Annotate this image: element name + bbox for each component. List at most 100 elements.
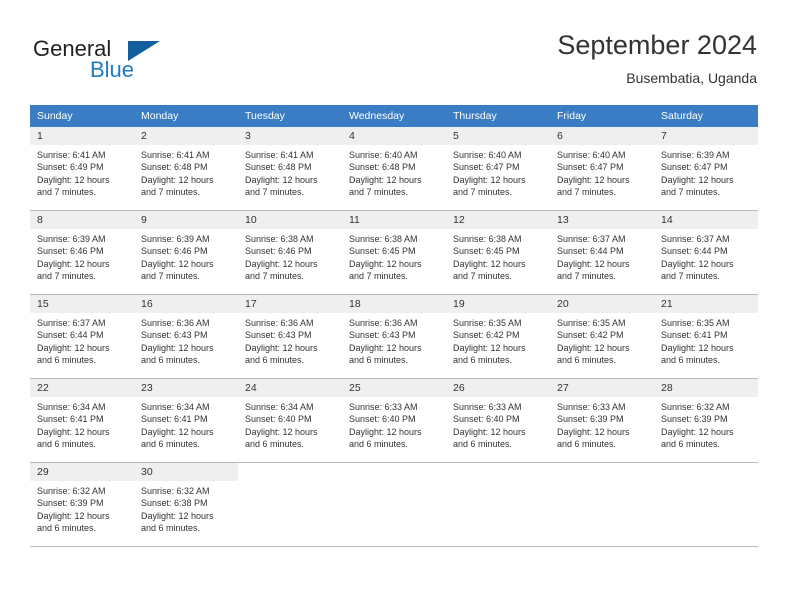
daylight-text-line2: and 6 minutes. (557, 439, 617, 450)
day-info: Sunrise: 6:35 AM Sunset: 6:42 PM Daylight:… (550, 313, 654, 367)
daylight-text-line2: and 7 minutes. (141, 187, 201, 198)
sunrise-text: Sunrise: 6:35 AM (453, 318, 522, 328)
calendar-day-cell[interactable]: 27 Sunrise: 6:33 AM Sunset: 6:39 PM Dayligh… (550, 378, 654, 463)
calendar-day-cell[interactable]: 28 Sunrise: 6:32 AM Sunset: 6:39 PM Dayligh… (654, 378, 758, 463)
calendar-day-cell[interactable]: 26 Sunrise: 6:33 AM Sunset: 6:40 PM Dayligh… (446, 378, 550, 463)
sunset-text: Sunset: 6:44 PM (37, 330, 104, 341)
sunset-text: Sunset: 6:40 PM (245, 414, 312, 425)
sunset-text: Sunset: 6:40 PM (349, 414, 416, 425)
day-info: Sunrise: 6:39 AM Sunset: 6:47 PM Daylight:… (654, 145, 758, 199)
sunset-text: Sunset: 6:47 PM (453, 162, 520, 173)
sunset-text: Sunset: 6:46 PM (37, 246, 104, 257)
calendar-day-cell[interactable]: 11 Sunrise: 6:38 AM Sunset: 6:45 PM Dayligh… (342, 210, 446, 295)
page-subtitle: Busembatia, Uganda (626, 70, 757, 86)
sunrise-text: Sunrise: 6:35 AM (661, 318, 730, 328)
sunrise-text: Sunrise: 6:35 AM (557, 318, 626, 328)
sunrise-text: Sunrise: 6:33 AM (453, 402, 522, 412)
calendar-body: 1 Sunrise: 6:41 AM Sunset: 6:49 PM Daylight… (30, 127, 758, 547)
calendar-day-cell[interactable]: 13 Sunrise: 6:37 AM Sunset: 6:44 PM Dayligh… (550, 210, 654, 295)
sunset-text: Sunset: 6:45 PM (453, 246, 520, 257)
calendar-day-cell[interactable]: 8 Sunrise: 6:39 AM Sunset: 6:46 PM Daylight… (30, 210, 134, 295)
weekday-header-saturday: Saturday (654, 105, 758, 127)
brand-logo[interactable]: General Blue (33, 36, 253, 86)
day-number: 7 (654, 127, 758, 145)
sunrise-text: Sunrise: 6:41 AM (37, 150, 106, 160)
calendar-day-cell[interactable]: 29 Sunrise: 6:32 AM Sunset: 6:39 PM Dayligh… (30, 462, 134, 547)
calendar-day-cell[interactable]: 21 Sunrise: 6:35 AM Sunset: 6:41 PM Dayligh… (654, 294, 758, 379)
daylight-text-line1: Daylight: 12 hours (557, 342, 630, 353)
sunset-text: Sunset: 6:49 PM (37, 162, 104, 173)
sunrise-text: Sunrise: 6:33 AM (349, 402, 418, 412)
day-info: Sunrise: 6:32 AM Sunset: 6:39 PM Daylight:… (30, 481, 134, 535)
day-number: 30 (134, 463, 238, 481)
day-number: 12 (446, 211, 550, 229)
day-info: Sunrise: 6:38 AM Sunset: 6:46 PM Daylight:… (238, 229, 342, 283)
calendar-day-cell[interactable]: 22 Sunrise: 6:34 AM Sunset: 6:41 PM Dayligh… (30, 378, 134, 463)
calendar-day-cell[interactable]: 17 Sunrise: 6:36 AM Sunset: 6:43 PM Dayligh… (238, 294, 342, 379)
daylight-text-line2: and 6 minutes. (557, 355, 617, 366)
daylight-text-line2: and 6 minutes. (349, 355, 409, 366)
day-number: 25 (342, 379, 446, 397)
daylight-text-line2: and 6 minutes. (245, 439, 305, 450)
day-number: 29 (30, 463, 134, 481)
calendar-day-cell[interactable]: 2 Sunrise: 6:41 AM Sunset: 6:48 PM Daylight… (134, 127, 238, 211)
sunset-text: Sunset: 6:43 PM (245, 330, 312, 341)
daylight-text-line2: and 6 minutes. (37, 523, 97, 534)
daylight-text-line2: and 7 minutes. (661, 271, 721, 282)
day-info: Sunrise: 6:36 AM Sunset: 6:43 PM Daylight:… (342, 313, 446, 367)
day-info: Sunrise: 6:34 AM Sunset: 6:41 PM Daylight:… (134, 397, 238, 451)
calendar-day-cell[interactable]: 7 Sunrise: 6:39 AM Sunset: 6:47 PM Daylight… (654, 127, 758, 211)
sunset-text: Sunset: 6:42 PM (453, 330, 520, 341)
sunset-text: Sunset: 6:44 PM (661, 246, 728, 257)
calendar-day-cell[interactable]: 12 Sunrise: 6:38 AM Sunset: 6:45 PM Dayligh… (446, 210, 550, 295)
sunset-text: Sunset: 6:44 PM (557, 246, 624, 257)
weekday-header-thursday: Thursday (446, 105, 550, 127)
calendar-day-cell[interactable]: 10 Sunrise: 6:38 AM Sunset: 6:46 PM Dayligh… (238, 210, 342, 295)
calendar-day-cell[interactable]: 4 Sunrise: 6:40 AM Sunset: 6:48 PM Daylight… (342, 127, 446, 211)
sunrise-text: Sunrise: 6:33 AM (557, 402, 626, 412)
calendar-week-row: 22 Sunrise: 6:34 AM Sunset: 6:41 PM Dayligh… (30, 378, 758, 463)
calendar-day-cell[interactable]: 19 Sunrise: 6:35 AM Sunset: 6:42 PM Dayligh… (446, 294, 550, 379)
sunrise-text: Sunrise: 6:34 AM (37, 402, 106, 412)
calendar-day-cell[interactable]: 5 Sunrise: 6:40 AM Sunset: 6:47 PM Daylight… (446, 127, 550, 211)
calendar-day-cell[interactable]: 24 Sunrise: 6:34 AM Sunset: 6:40 PM Dayligh… (238, 378, 342, 463)
calendar-day-cell[interactable]: 20 Sunrise: 6:35 AM Sunset: 6:42 PM Dayligh… (550, 294, 654, 379)
daylight-text-line2: and 7 minutes. (141, 271, 201, 282)
calendar-day-cell[interactable]: 1 Sunrise: 6:41 AM Sunset: 6:49 PM Daylight… (30, 127, 134, 211)
sunrise-text: Sunrise: 6:37 AM (557, 234, 626, 244)
calendar-day-cell[interactable]: 6 Sunrise: 6:40 AM Sunset: 6:47 PM Daylight… (550, 127, 654, 211)
sunrise-text: Sunrise: 6:38 AM (349, 234, 418, 244)
sunrise-text: Sunrise: 6:32 AM (37, 486, 106, 496)
calendar-head: Sunday Monday Tuesday Wednesday Thursday… (30, 105, 758, 127)
day-number: 8 (30, 211, 134, 229)
sunset-text: Sunset: 6:38 PM (141, 498, 208, 509)
day-info: Sunrise: 6:33 AM Sunset: 6:40 PM Daylight:… (446, 397, 550, 451)
calendar-day-cell[interactable]: 30 Sunrise: 6:32 AM Sunset: 6:38 PM Dayligh… (134, 462, 238, 547)
sunrise-text: Sunrise: 6:40 AM (453, 150, 522, 160)
calendar-week-row: 1 Sunrise: 6:41 AM Sunset: 6:49 PM Daylight… (30, 127, 758, 211)
daylight-text-line2: and 6 minutes. (141, 523, 201, 534)
sunset-text: Sunset: 6:41 PM (37, 414, 104, 425)
calendar-day-cell[interactable]: 15 Sunrise: 6:37 AM Sunset: 6:44 PM Dayligh… (30, 294, 134, 379)
sunset-text: Sunset: 6:39 PM (37, 498, 104, 509)
calendar-day-cell[interactable]: 25 Sunrise: 6:33 AM Sunset: 6:40 PM Dayligh… (342, 378, 446, 463)
calendar-day-cell[interactable]: 3 Sunrise: 6:41 AM Sunset: 6:48 PM Daylight… (238, 127, 342, 211)
sunrise-text: Sunrise: 6:39 AM (141, 234, 210, 244)
sunrise-text: Sunrise: 6:32 AM (141, 486, 210, 496)
calendar-day-cell[interactable]: 23 Sunrise: 6:34 AM Sunset: 6:41 PM Dayligh… (134, 378, 238, 463)
calendar-day-cell[interactable]: 9 Sunrise: 6:39 AM Sunset: 6:46 PM Daylight… (134, 210, 238, 295)
day-info: Sunrise: 6:37 AM Sunset: 6:44 PM Daylight:… (654, 229, 758, 283)
day-info: Sunrise: 6:37 AM Sunset: 6:44 PM Daylight:… (550, 229, 654, 283)
calendar-day-cell-empty (342, 462, 446, 547)
day-number: 5 (446, 127, 550, 145)
daylight-text-line1: Daylight: 12 hours (557, 426, 630, 437)
calendar-day-cell[interactable]: 16 Sunrise: 6:36 AM Sunset: 6:43 PM Dayligh… (134, 294, 238, 379)
sunrise-text: Sunrise: 6:41 AM (141, 150, 210, 160)
daylight-text-line1: Daylight: 12 hours (37, 258, 110, 269)
daylight-text-line1: Daylight: 12 hours (141, 342, 214, 353)
calendar-day-cell[interactable]: 14 Sunrise: 6:37 AM Sunset: 6:44 PM Dayligh… (654, 210, 758, 295)
calendar-day-cell[interactable]: 18 Sunrise: 6:36 AM Sunset: 6:43 PM Dayligh… (342, 294, 446, 379)
daylight-text-line1: Daylight: 12 hours (245, 174, 318, 185)
day-info: Sunrise: 6:36 AM Sunset: 6:43 PM Daylight:… (134, 313, 238, 367)
daylight-text-line1: Daylight: 12 hours (245, 426, 318, 437)
